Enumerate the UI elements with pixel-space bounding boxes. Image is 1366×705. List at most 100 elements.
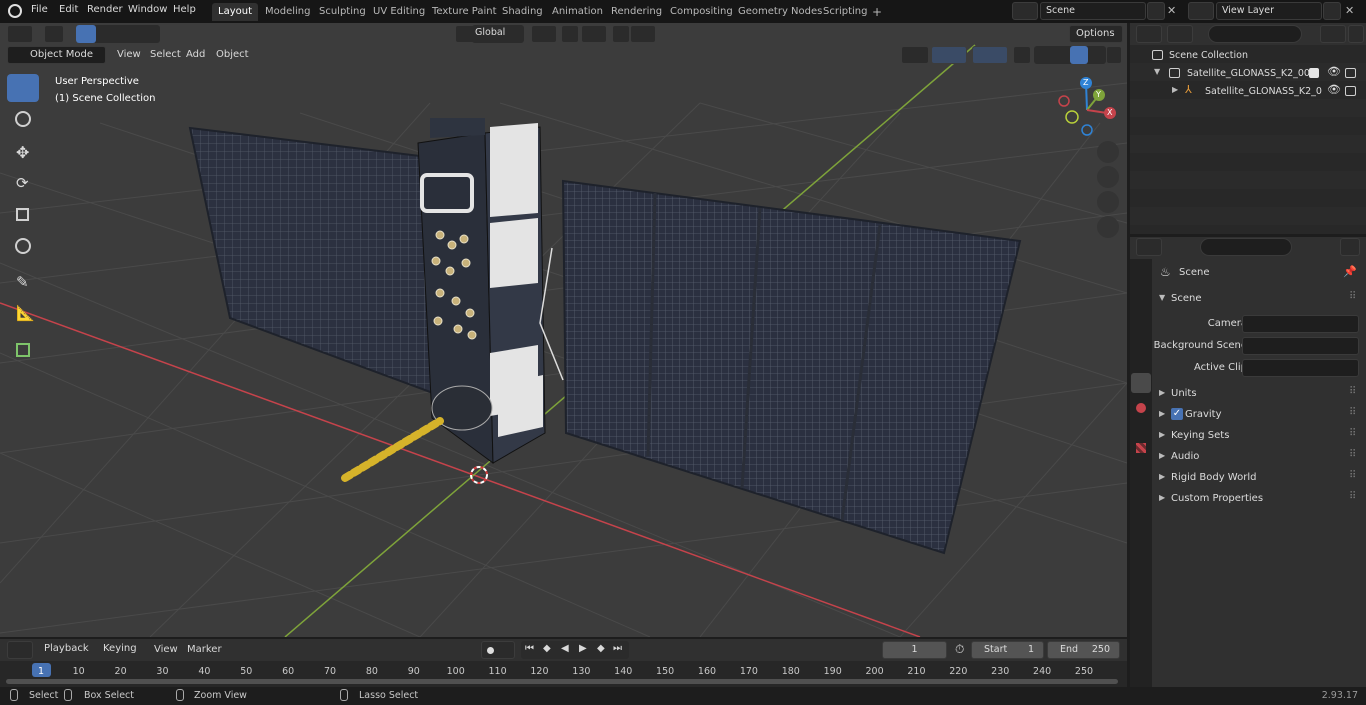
stopwatch-icon[interactable]: ⏱: [955, 642, 964, 657]
audio-panel-header[interactable]: ▶ Audio ⠿: [1153, 447, 1366, 467]
expand-arrow-icon[interactable]: ▼: [1154, 67, 1160, 76]
properties-search-field[interactable]: [1200, 238, 1292, 256]
tab-rendering[interactable]: Rendering: [605, 3, 668, 21]
menu-render[interactable]: Render: [87, 4, 123, 15]
xray-toggle-icon[interactable]: [1013, 46, 1031, 64]
add-workspace-button[interactable]: +: [866, 2, 888, 20]
select-mode-buttons[interactable]: [76, 25, 160, 43]
3d-viewport[interactable]: Global Options Object Mode View Select A…: [0, 23, 1127, 637]
snap-target-icon[interactable]: [581, 25, 607, 43]
tweak-tool-icon[interactable]: [44, 25, 64, 43]
output-tab-icon[interactable]: [1131, 323, 1151, 343]
zoom-icon[interactable]: [1097, 141, 1119, 163]
outliner-scene-collection[interactable]: Scene Collection: [1130, 46, 1366, 64]
gizmo-toggle-icon[interactable]: [931, 46, 967, 64]
eye-icon[interactable]: 👁: [1327, 83, 1341, 96]
move-tool[interactable]: ✥: [7, 139, 39, 167]
expand-arrow-icon[interactable]: ▶: [1172, 85, 1178, 94]
active-clip-field[interactable]: [1242, 359, 1359, 377]
shading-buttons[interactable]: [1034, 46, 1106, 64]
drag-handle-icon[interactable]: ⠿: [1349, 428, 1356, 439]
playback-dropdown[interactable]: Playback: [39, 641, 95, 659]
proportional-editing-icon[interactable]: [612, 25, 630, 43]
tab-animation[interactable]: Animation: [546, 3, 609, 21]
tab-texture-paint[interactable]: Texture Paint: [426, 3, 503, 21]
snap-icon[interactable]: [561, 25, 579, 43]
panel-expand-icon[interactable]: ▶: [1159, 493, 1165, 502]
select-new-icon[interactable]: [76, 25, 96, 43]
tab-geometry-nodes[interactable]: Geometry Nodes: [732, 3, 828, 21]
keying-sets-panel-header[interactable]: ▶ Keying Sets ⠿: [1153, 426, 1366, 446]
start-frame-field[interactable]: Start 1: [971, 641, 1044, 659]
view-layer-selector-icon[interactable]: [1188, 2, 1214, 20]
render-tab-icon[interactable]: [1131, 298, 1151, 318]
jump-keyframe-forward-icon[interactable]: ◆: [597, 643, 605, 654]
editor-type-icon[interactable]: [1136, 238, 1162, 256]
visibility-icon[interactable]: [901, 46, 929, 64]
annotate-tool[interactable]: ✎: [7, 269, 39, 297]
camera-field[interactable]: [1242, 315, 1359, 333]
keying-dropdown[interactable]: Keying: [98, 641, 144, 659]
pivot-point-icon[interactable]: [531, 25, 557, 43]
drag-handle-icon[interactable]: ⠿: [1349, 407, 1356, 418]
add-cube-tool[interactable]: [7, 336, 39, 364]
eye-icon[interactable]: 👁: [1327, 65, 1341, 78]
drag-handle-icon[interactable]: ⠿: [1349, 386, 1356, 397]
custom-properties-panel-header[interactable]: ▶ Custom Properties ⠿: [1153, 489, 1366, 509]
orientation-dropdown[interactable]: Global: [472, 25, 524, 43]
menu-select[interactable]: Select: [150, 49, 181, 60]
tool-tab-icon[interactable]: [1131, 267, 1151, 287]
cursor-tool[interactable]: [7, 105, 39, 133]
menu-marker[interactable]: Marker: [187, 644, 222, 655]
measure-tool[interactable]: 📐: [7, 300, 39, 328]
outliner-search-field[interactable]: [1208, 25, 1302, 43]
scale-tool[interactable]: [7, 201, 39, 229]
drag-handle-icon[interactable]: ⠿: [1349, 470, 1356, 481]
panel-expand-icon[interactable]: ▶: [1159, 388, 1165, 397]
play-reverse-icon[interactable]: ◀: [561, 643, 569, 654]
background-scene-field[interactable]: [1242, 337, 1359, 355]
menu-view[interactable]: View: [154, 644, 178, 655]
menu-view[interactable]: View: [117, 49, 141, 60]
panel-expand-icon[interactable]: ▶: [1159, 451, 1165, 460]
drag-handle-icon[interactable]: ⠿: [1349, 449, 1356, 460]
scene-panel-header[interactable]: ▼ Scene ⠿: [1153, 289, 1366, 309]
editor-type-icon[interactable]: [1136, 25, 1162, 43]
overlays-toggle-icon[interactable]: [972, 46, 1008, 64]
tab-compositing[interactable]: Compositing: [664, 3, 739, 21]
tab-shading[interactable]: Shading: [496, 3, 549, 21]
tab-scripting[interactable]: Scripting: [817, 3, 873, 21]
scene-tab-icon[interactable]: [1131, 373, 1151, 393]
view-layer-tab-icon[interactable]: [1131, 348, 1151, 368]
display-mode-icon[interactable]: [1167, 25, 1193, 43]
transform-tool[interactable]: [7, 232, 39, 260]
panel-expand-icon[interactable]: ▶: [1159, 472, 1165, 481]
panel-expand-icon[interactable]: ▶: [1159, 430, 1165, 439]
units-panel-header[interactable]: ▶ Units ⠿: [1153, 384, 1366, 404]
new-scene-icon[interactable]: [1147, 2, 1165, 20]
panel-expand-icon[interactable]: ▶: [1159, 409, 1165, 418]
editor-type-icon[interactable]: [7, 25, 33, 43]
end-frame-field[interactable]: End 250: [1047, 641, 1120, 659]
tab-uv-editing[interactable]: UV Editing: [367, 3, 431, 21]
options-chevron-icon[interactable]: [1340, 238, 1360, 256]
menu-object[interactable]: Object: [216, 49, 249, 60]
jump-start-icon[interactable]: ⏮: [525, 643, 534, 654]
camera-view-icon[interactable]: [1097, 191, 1119, 213]
menu-window[interactable]: Window: [128, 4, 167, 15]
record-icon[interactable]: [481, 641, 515, 659]
shading-options-icon[interactable]: [1106, 46, 1122, 64]
panel-collapse-icon[interactable]: ▼: [1159, 293, 1165, 302]
editor-type-icon[interactable]: [7, 641, 33, 659]
blender-logo-icon[interactable]: [8, 4, 22, 18]
gravity-checkbox[interactable]: ✓: [1171, 408, 1183, 420]
menu-add[interactable]: Add: [186, 49, 205, 60]
menu-file[interactable]: File: [31, 4, 48, 15]
rotate-tool[interactable]: ⟳: [7, 170, 39, 198]
tab-sculpting[interactable]: Sculpting: [313, 3, 372, 21]
new-view-layer-icon[interactable]: [1323, 2, 1341, 20]
menu-edit[interactable]: Edit: [59, 4, 78, 15]
rigid-body-world-panel-header[interactable]: ▶ Rigid Body World ⠿: [1153, 468, 1366, 488]
jump-keyframe-back-icon[interactable]: ◆: [543, 643, 551, 654]
pan-hand-icon[interactable]: [1097, 166, 1119, 188]
